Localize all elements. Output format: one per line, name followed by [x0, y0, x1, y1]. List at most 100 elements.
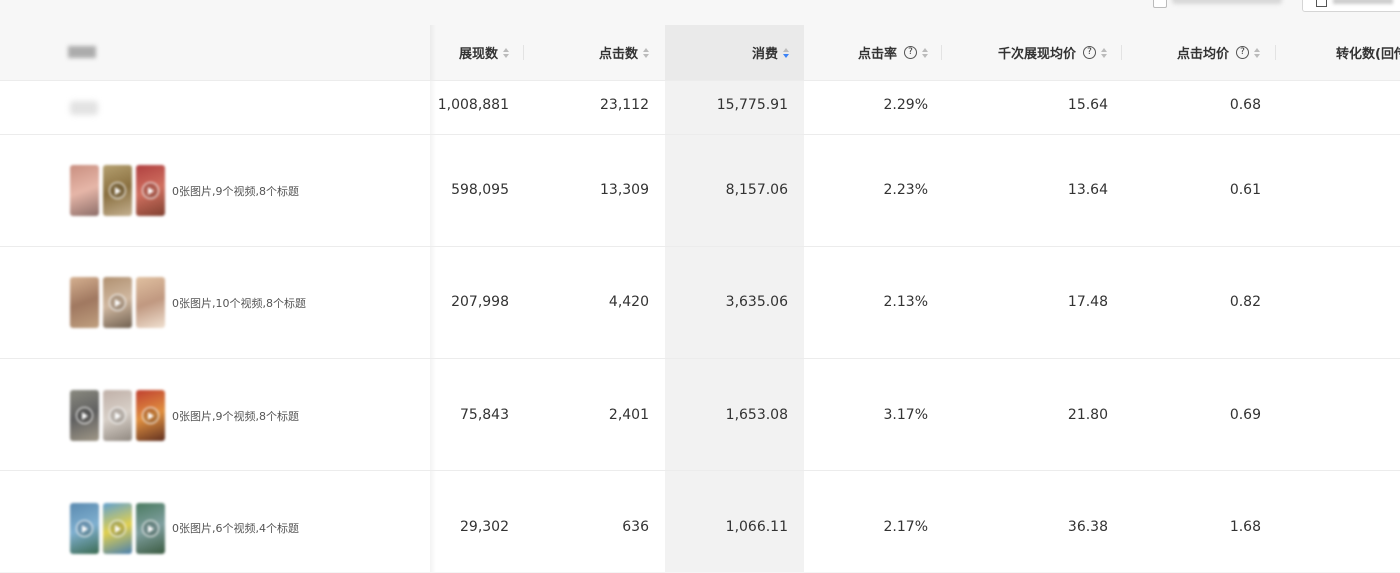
sort-icon[interactable] [643, 47, 649, 58]
table-row[interactable]: 0张图片,9个视频,8个标题 75,843 2,401 1,653.08 3.1… [0, 358, 1400, 471]
play-icon [109, 407, 126, 424]
toolbar-checkbox-label [1172, 0, 1282, 4]
thumbnail-image[interactable] [70, 390, 99, 441]
creative-description: 0张图片,9个视频,8个标题 [172, 410, 299, 423]
summary-row: 1,008,881 23,112 15,775.91 2.29% 15.64 0… [0, 80, 1400, 135]
thumbnail-image[interactable] [103, 503, 132, 554]
cell-cost: 1,066.11 [725, 519, 788, 535]
cell-impressions: 29,302 [460, 519, 509, 535]
summary-cost: 15,775.91 [716, 97, 788, 113]
header-name-col [68, 46, 96, 58]
play-icon [109, 520, 126, 537]
thumbnail-image[interactable] [136, 390, 165, 441]
summary-label [70, 101, 98, 115]
header-conversions[interactable]: 转化数(回传 [1336, 25, 1400, 80]
cell-impressions: 207,998 [451, 294, 509, 310]
play-icon [76, 520, 93, 537]
cell-cpm: 21.80 [1067, 407, 1108, 423]
cell-clicks: 636 [622, 519, 649, 535]
cell-cpm: 36.38 [1067, 519, 1108, 535]
summary-impressions: 1,008,881 [437, 97, 509, 113]
header-conversions-label: 转化数(回传 [1336, 47, 1400, 62]
header-cpm[interactable]: 千次展现均价 ? [960, 25, 1107, 80]
header-cost-label: 消费 [751, 47, 778, 62]
cell-ctr: 2.23% [883, 182, 928, 198]
cell-cost: 8,157.06 [725, 182, 788, 198]
thumbnail-image[interactable] [136, 503, 165, 554]
creative-thumbnails[interactable] [70, 390, 165, 441]
sort-icon[interactable] [1254, 47, 1260, 58]
header-ctr-label: 点击率 [857, 47, 897, 62]
play-icon [76, 407, 93, 424]
header-clicks[interactable]: 点击数 [560, 25, 649, 80]
header-impressions-label: 展现数 [458, 47, 498, 62]
thumbnail-image[interactable] [103, 277, 132, 328]
thumbnail-image[interactable] [103, 390, 132, 441]
cell-cpc: 0.82 [1229, 294, 1261, 310]
cell-cost: 1,653.08 [725, 407, 788, 423]
sort-icon[interactable] [1101, 47, 1107, 58]
summary-cpc: 0.68 [1229, 97, 1261, 113]
header-cpc-label: 点击均价 [1176, 47, 1229, 62]
header-divider [1121, 45, 1122, 60]
toolbar-checkbox[interactable] [1153, 0, 1167, 8]
cell-ctr: 2.17% [883, 519, 928, 535]
header-cpm-label: 千次展现均价 [997, 47, 1076, 62]
play-icon [109, 294, 126, 311]
header-ctr[interactable]: 点击率 ? [820, 25, 928, 80]
header-impressions[interactable]: 展现数 [436, 25, 509, 80]
cell-cpm: 17.48 [1067, 294, 1108, 310]
creative-thumbnails[interactable] [70, 165, 165, 216]
cell-cpc: 1.68 [1229, 519, 1261, 535]
cell-cost: 3,635.06 [725, 294, 788, 310]
help-icon[interactable]: ? [1236, 46, 1249, 59]
summary-clicks: 23,112 [600, 97, 649, 113]
creative-description: 0张图片,10个视频,8个标题 [172, 297, 306, 310]
header-divider [523, 45, 524, 60]
cell-cpc: 0.69 [1229, 407, 1261, 423]
creative-thumbnails[interactable] [70, 503, 165, 554]
thumbnail-image[interactable] [136, 165, 165, 216]
sort-icon[interactable] [503, 47, 509, 58]
thumbnail-image[interactable] [136, 277, 165, 328]
play-icon [142, 182, 159, 199]
cell-impressions: 598,095 [451, 182, 509, 198]
creative-description: 0张图片,9个视频,8个标题 [172, 185, 299, 198]
play-icon [142, 407, 159, 424]
thumbnail-image[interactable] [70, 165, 99, 216]
play-icon [109, 182, 126, 199]
thumbnail-image[interactable] [70, 503, 99, 554]
toolbar-button[interactable] [1302, 0, 1400, 12]
top-toolbar [0, 0, 1400, 25]
cell-ctr: 2.13% [883, 294, 928, 310]
thumbnail-image[interactable] [103, 165, 132, 216]
table-row[interactable]: 0张图片,9个视频,8个标题 598,095 13,309 8,157.06 2… [0, 134, 1400, 247]
help-icon[interactable]: ? [1083, 46, 1096, 59]
thumbnail-image[interactable] [70, 277, 99, 328]
cell-cpc: 0.61 [1229, 182, 1261, 198]
creative-thumbnails[interactable] [70, 277, 165, 328]
header-divider [941, 45, 942, 60]
download-icon [1316, 0, 1327, 7]
table-row[interactable]: 0张图片,10个视频,8个标题 207,998 4,420 3,635.06 2… [0, 246, 1400, 359]
cell-impressions: 75,843 [460, 407, 509, 423]
play-icon [142, 520, 159, 537]
summary-cpm: 15.64 [1067, 97, 1108, 113]
sort-icon[interactable] [922, 47, 928, 58]
creative-description: 0张图片,6个视频,4个标题 [172, 522, 299, 535]
cell-clicks: 2,401 [608, 407, 649, 423]
data-table: 展现数 点击数 消费 点击率 ? 千次展现均价 ? 点击均价 ? 转化数(回传 … [0, 25, 1400, 572]
help-icon[interactable]: ? [904, 46, 917, 59]
summary-ctr: 2.29% [883, 97, 928, 113]
header-clicks-label: 点击数 [598, 47, 638, 62]
table-row[interactable]: 0张图片,6个视频,4个标题 29,302 636 1,066.11 2.17%… [0, 470, 1400, 573]
header-cost[interactable]: 消费 [700, 25, 789, 80]
cell-cpm: 13.64 [1067, 182, 1108, 198]
sort-desc-active-icon[interactable] [783, 47, 789, 58]
header-divider [1275, 45, 1276, 60]
toolbar-button-label [1333, 0, 1393, 4]
cell-ctr: 3.17% [883, 407, 928, 423]
cell-clicks: 4,420 [608, 294, 649, 310]
header-cpc[interactable]: 点击均价 ? [1140, 25, 1260, 80]
cell-clicks: 13,309 [600, 182, 649, 198]
